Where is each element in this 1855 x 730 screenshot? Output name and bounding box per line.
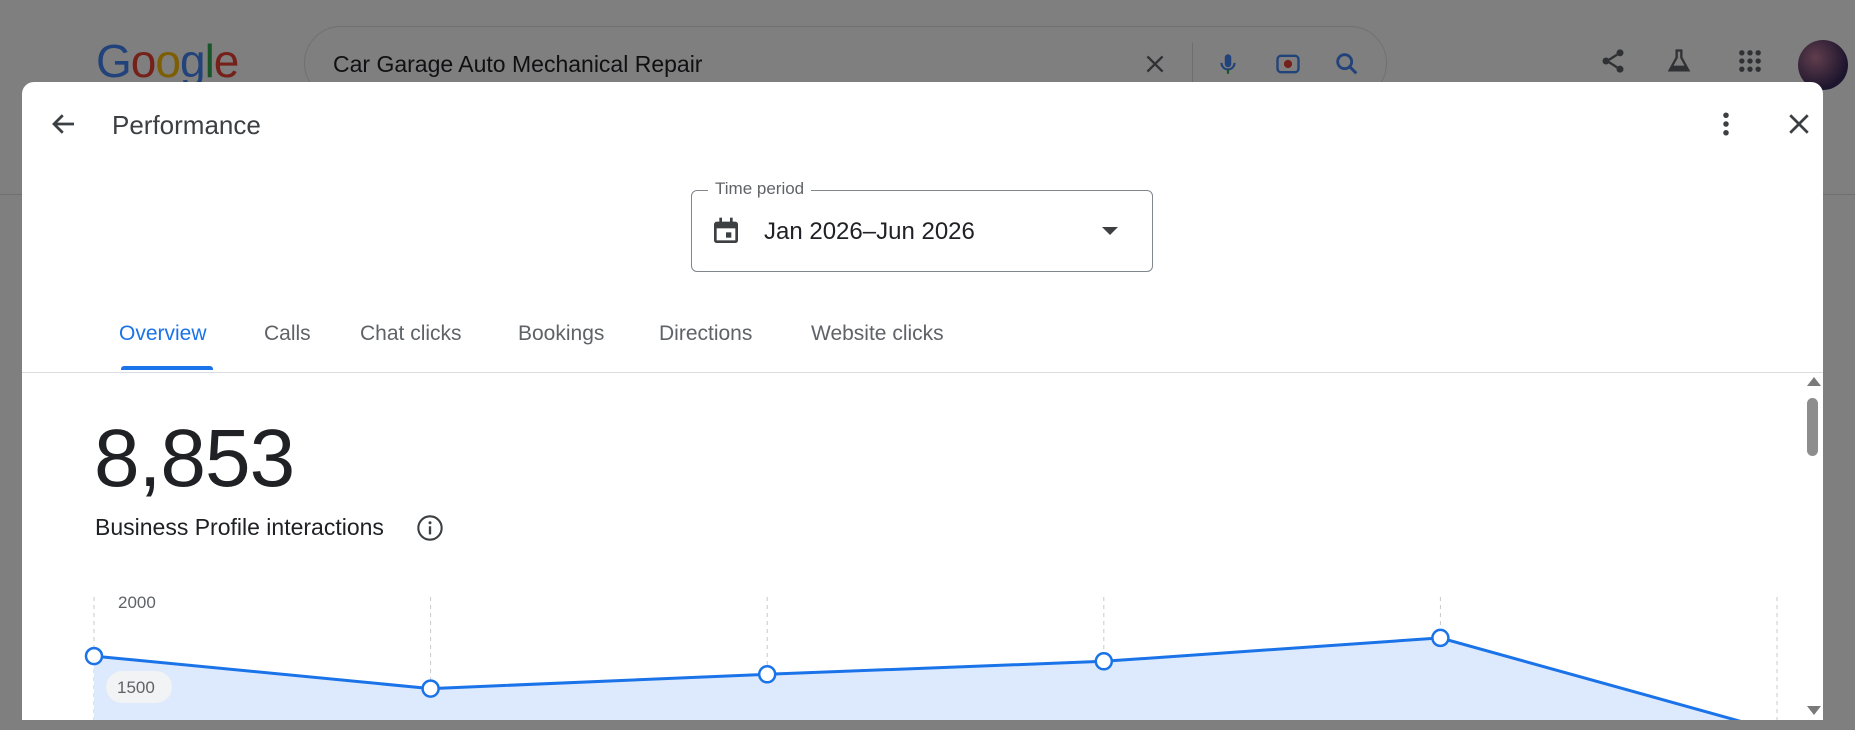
arrow-back-icon <box>52 114 74 134</box>
time-period-select[interactable]: Time period Jan 2026–Jun 2026 <box>691 179 1153 272</box>
back-button[interactable] <box>44 104 84 144</box>
dialog-scrollbar[interactable] <box>1802 372 1823 720</box>
tab-bar: Overview Calls Chat clicks Bookings Dire… <box>22 310 1823 373</box>
tab-overview[interactable]: Overview <box>119 322 207 346</box>
calendar-icon <box>714 217 738 243</box>
chart-point[interactable] <box>1431 628 1450 648</box>
more-options-button[interactable] <box>1706 104 1746 144</box>
interactions-total: 8,853 <box>94 413 295 504</box>
chart-point[interactable] <box>421 679 440 698</box>
interactions-label: Business Profile interactions <box>95 514 384 540</box>
time-period-value: Jan 2026–Jun 2026 <box>764 218 975 245</box>
close-button[interactable] <box>1779 104 1819 144</box>
chart-area <box>94 637 1736 720</box>
time-period-label: Time period <box>708 179 812 199</box>
chart-point[interactable] <box>757 665 777 684</box>
tab-chat-clicks[interactable]: Chat clicks <box>360 322 462 346</box>
dropdown-arrow-icon <box>1102 227 1118 235</box>
more-vert-icon <box>1723 112 1729 136</box>
interactions-chart: 2000 1500 <box>84 593 1778 720</box>
scroll-down-arrow-icon[interactable] <box>1807 706 1821 715</box>
chart-point[interactable] <box>1094 652 1114 671</box>
y-tick-label: 1500 <box>117 678 155 697</box>
scrollbar-thumb[interactable] <box>1807 398 1818 456</box>
tab-directions[interactable]: Directions <box>659 322 752 346</box>
tab-bookings[interactable]: Bookings <box>518 322 604 346</box>
performance-dialog: Performance Time period Jan 2026–Jun 202… <box>22 82 1823 720</box>
close-icon <box>1789 114 1809 134</box>
scroll-up-arrow-icon[interactable] <box>1807 377 1821 386</box>
y-tick-label: 2000 <box>118 593 156 612</box>
info-icon[interactable] <box>416 514 444 542</box>
active-tab-indicator <box>121 366 213 370</box>
tab-calls[interactable]: Calls <box>264 322 311 346</box>
chart-point[interactable] <box>84 646 104 666</box>
dialog-title: Performance <box>112 110 261 140</box>
tab-website-clicks[interactable]: Website clicks <box>811 322 944 346</box>
